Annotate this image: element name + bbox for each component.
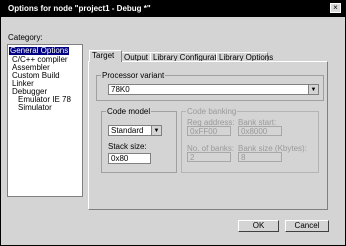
category-item-simulator[interactable]: Simulator [18, 104, 52, 112]
processor-variant-label: Processor variant [101, 71, 166, 80]
processor-variant-select[interactable]: 78K0 ▼ [108, 84, 319, 95]
window-titlebar: Options for node "project1 - Debug *" [0, 0, 346, 17]
close-button[interactable]: × [330, 3, 341, 13]
tab-target[interactable]: Target [89, 50, 122, 62]
code-model-label: Code model [106, 107, 152, 116]
ok-button[interactable]: OK [238, 220, 279, 232]
code-banking-label: Code banking [186, 107, 238, 116]
chevron-down-icon: ▼ [308, 85, 318, 94]
chevron-down-icon: ▼ [151, 126, 161, 135]
processor-variant-value: 78K0 [111, 85, 130, 94]
bank-start-input[interactable]: 0x8000 [238, 126, 282, 136]
bank-size-input[interactable]: 8 [238, 152, 282, 162]
category-item-general-options[interactable]: General Options [9, 47, 70, 55]
stack-size-input[interactable]: 0x80 [108, 153, 151, 164]
stack-size-label: Stack size: [108, 142, 147, 151]
category-list[interactable]: General Options C/C++ compiler Assembler… [7, 44, 83, 197]
cancel-button[interactable]: Cancel [285, 220, 329, 232]
close-icon: × [333, 3, 338, 12]
reg-address-input[interactable]: 0xFF00 [187, 126, 231, 136]
code-model-value: Standard [111, 126, 144, 135]
category-label: Category: [8, 33, 43, 42]
num-banks-input[interactable]: 2 [187, 152, 231, 162]
code-model-select[interactable]: Standard ▼ [108, 125, 162, 136]
window-title: Options for node "project1 - Debug *" [8, 4, 151, 13]
